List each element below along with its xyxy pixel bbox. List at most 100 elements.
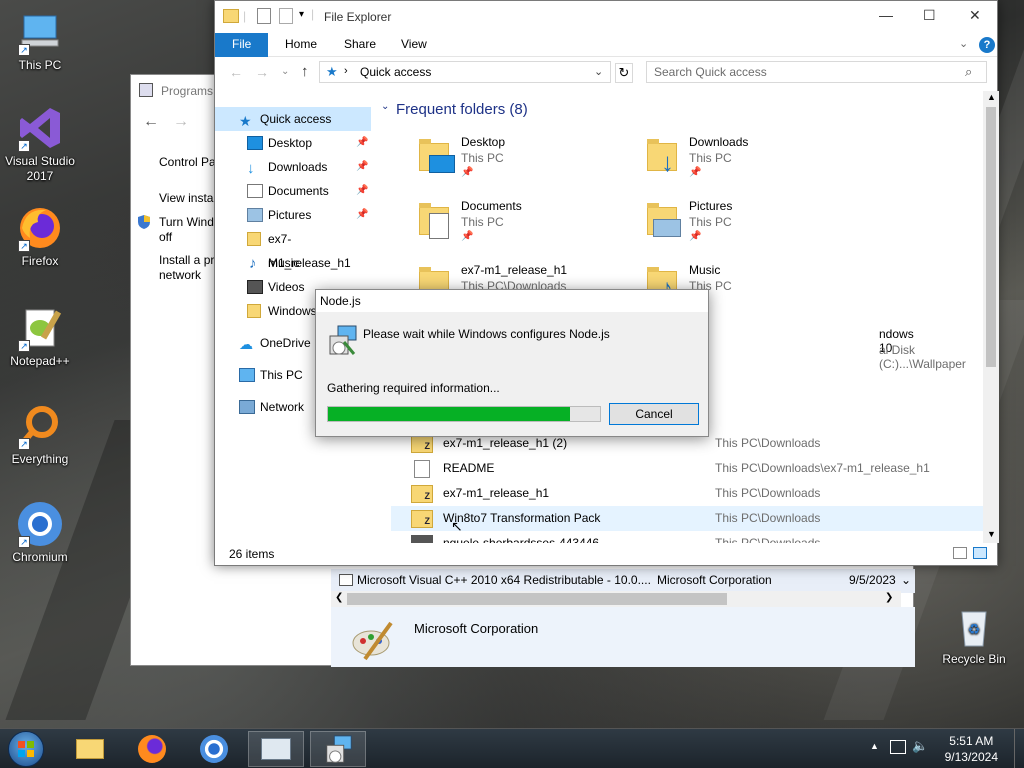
scrollbar-thumb[interactable] <box>986 107 996 367</box>
sidebar-item-documents[interactable]: Documents 📌 <box>215 179 371 203</box>
uac-shield-icon <box>137 215 151 229</box>
sidebar-item-pictures[interactable]: Pictures 📌 <box>215 203 371 227</box>
clock-date: 9/13/2024 <box>944 750 998 764</box>
desktop-icon-visual-studio[interactable]: ↗ Visual Studio 2017 <box>0 104 80 184</box>
program-row[interactable]: Microsoft Visual C++ 2010 x64 Redistribu… <box>331 569 915 593</box>
chevron-down-icon[interactable]: ⌄ <box>901 573 911 587</box>
search-input[interactable]: Search Quick access ⌕ <box>646 61 987 83</box>
pin-icon[interactable]: 📌 <box>356 203 368 227</box>
clock[interactable]: 5:51 AM 9/13/2024 <box>945 733 998 765</box>
pin-icon[interactable]: 📌 <box>356 179 368 203</box>
address-bar[interactable]: ★ › Quick access ⌄ <box>319 61 611 83</box>
desktop-icon-notepad-plus-plus[interactable]: ↗ Notepad++ <box>0 304 80 369</box>
customize-quick-access-icon[interactable]: ▾ <box>299 9 304 20</box>
show-hidden-icons-icon[interactable]: ▲ <box>870 741 879 751</box>
install-from-network-link[interactable]: Install a pr network <box>159 253 219 283</box>
control-panel-home-link[interactable]: Control Pa <box>159 155 216 170</box>
taskbar-control-panel[interactable] <box>248 731 304 767</box>
scrollbar-thumb[interactable] <box>347 593 727 605</box>
desktop-icon-recycle-bin[interactable]: ♻ Recycle Bin <box>934 602 1014 667</box>
desktop-icon-chromium[interactable]: ↗ Chromium <box>0 500 80 565</box>
sidebar-item-downloads[interactable]: ↓ Downloads 📌 <box>215 155 371 179</box>
show-desktop-button[interactable] <box>1014 729 1024 768</box>
sidebar-item-music[interactable]: ♪ Music <box>215 251 371 275</box>
desktop-icon-firefox[interactable]: ↗ Firefox <box>0 204 80 269</box>
pin-icon[interactable]: 📌 <box>356 155 368 179</box>
notepad-plus-plus-icon: ↗ <box>16 304 64 352</box>
recent-file-row[interactable]: README This PC\Downloads\ex7-m1_release_… <box>391 456 983 481</box>
sidebar-item-desktop[interactable]: Desktop 📌 <box>215 131 371 155</box>
refresh-icon[interactable]: ↻ <box>615 63 633 83</box>
pin-icon[interactable]: 📌 <box>356 131 368 155</box>
close-icon[interactable]: ✕ <box>969 7 981 24</box>
horizontal-scrollbar[interactable]: ❮ ❯ <box>331 591 901 607</box>
pin-icon: 📌 <box>461 167 474 178</box>
recent-file-row[interactable]: nguele-sherbardsses-443446 This PC\Downl… <box>391 531 983 543</box>
new-folder-icon[interactable] <box>279 8 293 24</box>
large-icons-view-icon[interactable] <box>973 547 987 559</box>
explorer-title: File Explorer <box>324 10 392 24</box>
forward-icon[interactable]: → <box>255 64 269 80</box>
ribbon-expand-icon[interactable]: ⌄ <box>959 37 968 50</box>
up-arrow-icon[interactable]: ↑ <box>301 63 309 80</box>
image-file-icon <box>411 535 433 543</box>
scroll-down-icon[interactable]: ▼ <box>987 529 996 539</box>
tab-view[interactable]: View <box>387 33 441 57</box>
volume-muted-icon[interactable]: 🔈 <box>912 738 928 754</box>
installer-icon <box>339 574 353 586</box>
file-explorer-window[interactable]: | ▾ | File Explorer — ☐ ✕ File Home Shar… <box>214 0 999 566</box>
network-icon <box>239 400 255 414</box>
nodejs-installer-dialog[interactable]: Node.js Please wait while Windows config… <box>315 289 709 437</box>
search-icon[interactable]: ⌕ <box>965 64 972 80</box>
breadcrumb[interactable]: Quick access <box>360 65 431 79</box>
back-icon[interactable]: ← <box>229 64 243 80</box>
programs-window-title: Programs <box>161 84 214 98</box>
taskbar-file-explorer[interactable] <box>62 731 118 767</box>
frequent-folder-documents[interactable]: Documents This PC 📌 <box>415 195 625 255</box>
pictures-icon <box>247 208 263 222</box>
taskbar-firefox[interactable] <box>124 731 180 767</box>
frequent-folder-pictures[interactable]: Pictures This PC 📌 <box>643 195 853 255</box>
recent-file-row[interactable]: Z ex7-m1_release_h1 This PC\Downloads <box>391 481 983 506</box>
desktop-icon-this-pc[interactable]: ↗ This PC <box>0 8 80 73</box>
frequent-folders-header[interactable]: Frequent folders (8) <box>396 101 528 118</box>
frequent-folder-downloads[interactable]: ↓ Downloads This PC 📌 <box>643 131 853 191</box>
start-button[interactable] <box>8 731 44 767</box>
back-arrow-icon[interactable]: ← <box>143 113 159 131</box>
scroll-up-icon[interactable]: ▲ <box>987 92 996 102</box>
explorer-titlebar[interactable]: | ▾ | File Explorer — ☐ ✕ <box>215 1 997 33</box>
taskbar-nodejs-installer[interactable] <box>310 731 366 767</box>
recent-locations-icon[interactable]: ⌄ <box>281 66 289 77</box>
collapse-chevron-icon[interactable]: ⌄ <box>381 101 389 112</box>
breadcrumb-chevron-icon[interactable]: › <box>344 65 348 77</box>
minimize-icon[interactable]: — <box>879 7 893 23</box>
help-icon[interactable]: ? <box>979 37 995 53</box>
taskbar-chromium[interactable] <box>186 731 242 767</box>
scroll-right-icon[interactable]: ❯ <box>885 592 893 603</box>
frequent-folder-desktop[interactable]: Desktop This PC 📌 <box>415 131 625 191</box>
turn-windows-features-link[interactable]: Turn Wind off <box>159 215 219 245</box>
recent-file-row[interactable]: Z Win8to7 Transformation Pack This PC\Do… <box>391 506 983 534</box>
clock-time: 5:51 AM <box>949 734 994 748</box>
tab-file[interactable]: File <box>215 33 269 57</box>
sidebar-item-quick-access[interactable]: ★ Quick access <box>215 107 371 131</box>
vertical-scrollbar[interactable]: ▲ ▼ <box>983 91 999 543</box>
network-tray-icon[interactable] <box>890 740 906 754</box>
progress-fill <box>328 407 571 421</box>
tab-home[interactable]: Home <box>271 33 331 57</box>
view-installed-updates-link[interactable]: View instal <box>159 191 216 206</box>
details-view-icon[interactable] <box>953 547 967 559</box>
cancel-button[interactable]: Cancel <box>609 403 699 425</box>
star-icon: ★ <box>239 113 252 129</box>
address-dropdown-icon[interactable]: ⌄ <box>594 65 603 78</box>
forward-arrow-icon[interactable]: → <box>173 113 189 131</box>
pin-icon: 📌 <box>461 231 474 242</box>
music-note-icon: ♪ <box>249 255 257 272</box>
desktop-icon-everything[interactable]: ↗ Everything <box>0 402 80 467</box>
properties-icon[interactable] <box>257 8 271 24</box>
maximize-icon[interactable]: ☐ <box>923 7 936 24</box>
firefox-icon: ↗ <box>16 204 64 252</box>
sidebar-item-ex7-release[interactable]: ex7-m1_release_h1 <box>215 227 371 270</box>
scroll-left-icon[interactable]: ❮ <box>335 592 343 603</box>
tab-share[interactable]: Share <box>330 33 390 57</box>
